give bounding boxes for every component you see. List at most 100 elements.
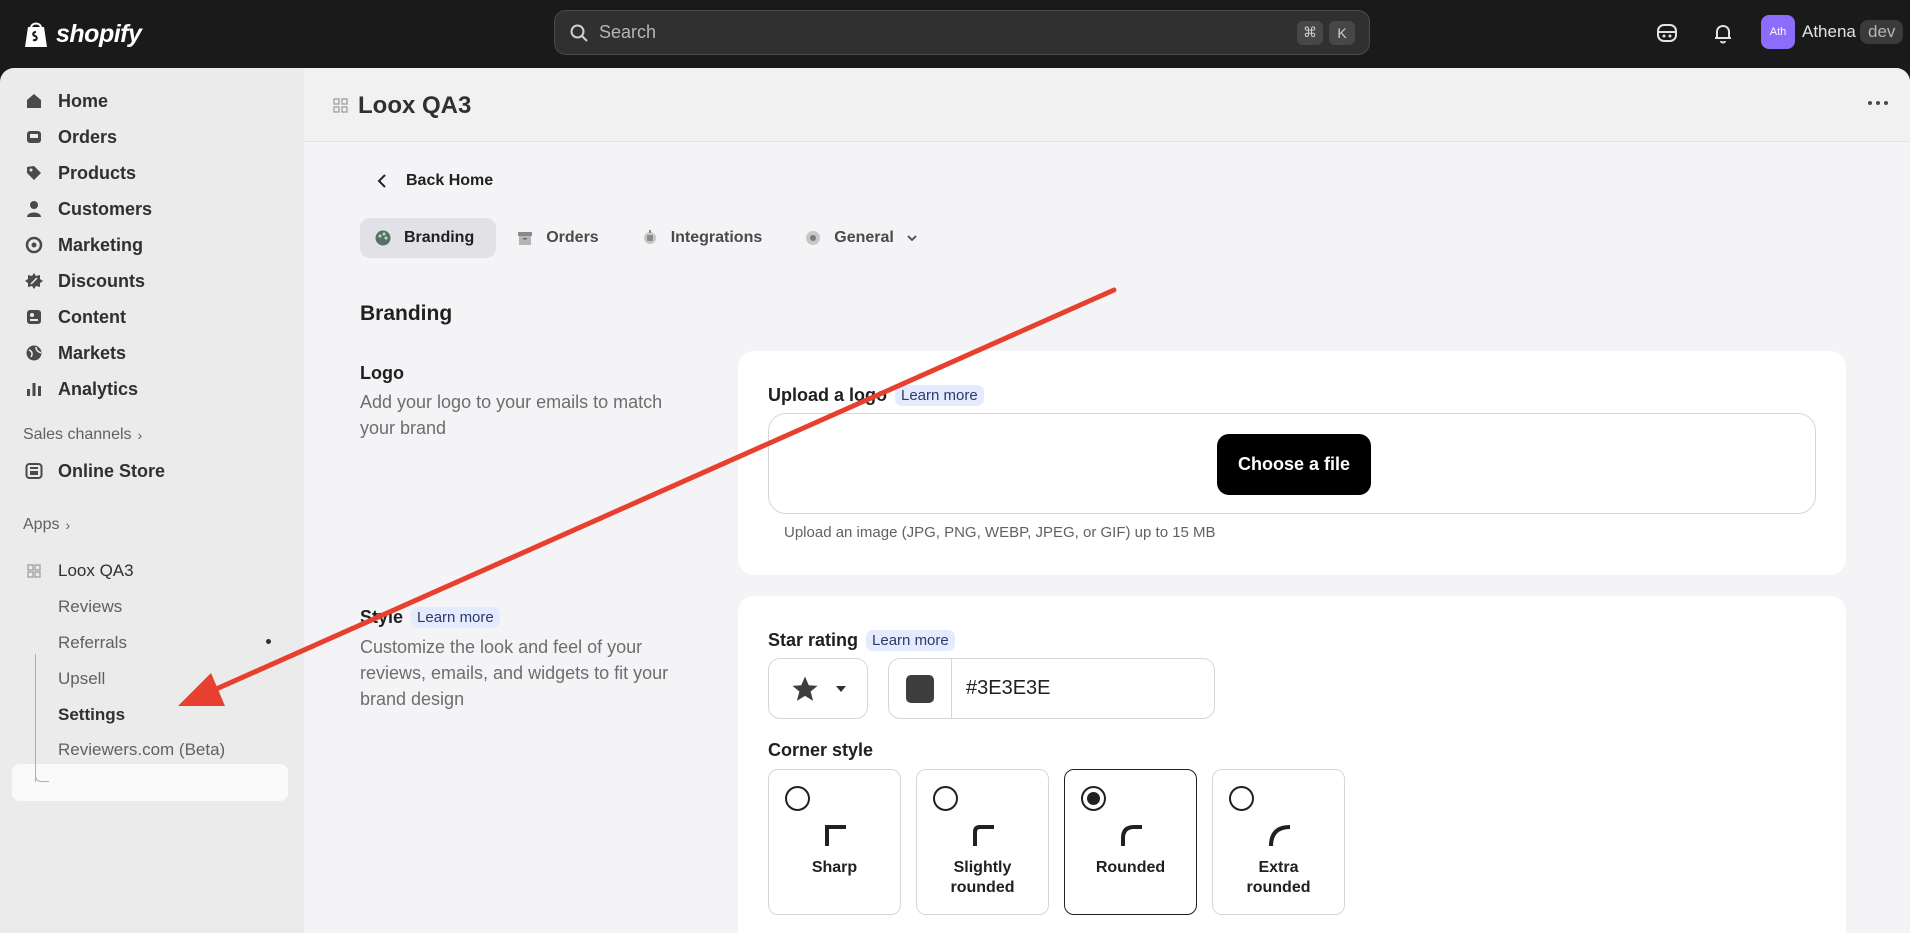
tree-hook bbox=[35, 772, 49, 782]
main-content: Loox QA3 Back Home Branding Orders Integ… bbox=[304, 68, 1910, 933]
inbox-icon bbox=[27, 131, 41, 143]
corner-option-extra-rounded[interactable]: Extra rounded bbox=[1212, 769, 1345, 915]
settings-tabs: Branding Orders Integrations General bbox=[360, 218, 940, 258]
sidebar-item-label: Home bbox=[58, 90, 109, 111]
back-home-link[interactable]: Back Home bbox=[376, 172, 493, 190]
tab-label: Branding bbox=[404, 229, 475, 246]
learn-more-link[interactable]: Learn more bbox=[411, 607, 500, 628]
sidebar-item-content[interactable]: Content bbox=[24, 302, 126, 332]
page-title-text: Loox QA3 bbox=[358, 92, 472, 119]
sidebar-item-label: Analytics bbox=[58, 378, 139, 399]
sidebar-sub-reviews[interactable]: Reviews bbox=[58, 597, 122, 617]
sales-channels-label: Sales channels bbox=[23, 426, 132, 443]
corner-option-label: Slightly rounded bbox=[950, 859, 1015, 896]
sidebar-item-analytics[interactable]: Analytics bbox=[24, 374, 138, 404]
page-header: Loox QA3 bbox=[304, 68, 1910, 142]
tab-label: General bbox=[834, 229, 894, 246]
tab-orders[interactable]: Orders bbox=[502, 218, 620, 258]
gear-icon bbox=[806, 231, 821, 245]
user-name[interactable]: Athena bbox=[1802, 22, 1856, 42]
discount-icon bbox=[25, 273, 43, 289]
app-grid-icon bbox=[27, 564, 41, 578]
app-frame: Back Home Branding Orders Integrations G… bbox=[304, 142, 1910, 933]
style-section-title: Style Learn more bbox=[360, 607, 500, 628]
home-icon bbox=[27, 94, 41, 108]
style-card: Star rating Learn more #3E3E3E Corner st… bbox=[738, 596, 1846, 933]
shopify-bag-icon bbox=[25, 22, 47, 47]
shortcut-key-cmd: ⌘ bbox=[1297, 20, 1323, 45]
sidebar-sub-referrals[interactable]: Referrals bbox=[58, 633, 127, 653]
apps-heading[interactable]: Apps › bbox=[23, 516, 70, 534]
sidebar-item-marketing[interactable]: Marketing bbox=[24, 230, 143, 260]
sidebar-item-orders[interactable]: Orders bbox=[24, 122, 117, 152]
logo-upload-card: Upload a logo Learn more Choose a file U… bbox=[738, 351, 1846, 575]
corner-style-text: Corner style bbox=[768, 740, 874, 760]
color-hex-value[interactable]: #3E3E3E bbox=[952, 677, 1051, 700]
bell-icon[interactable] bbox=[1711, 21, 1735, 45]
star-color-field[interactable]: #3E3E3E bbox=[888, 658, 1215, 719]
shopify-logo[interactable]: shopify bbox=[22, 16, 142, 52]
sidebar-item-label: Discounts bbox=[58, 270, 146, 291]
sidebar-item-loox-app[interactable]: Loox QA3 bbox=[24, 556, 134, 586]
corner-style-label: Corner style bbox=[768, 740, 873, 761]
settings-highlight bbox=[12, 764, 288, 801]
chevron-right-icon: › bbox=[137, 427, 143, 443]
radio-button-checked[interactable] bbox=[1081, 786, 1106, 811]
sidebar-item-discounts[interactable]: Discounts bbox=[24, 266, 145, 296]
tab-branding[interactable]: Branding bbox=[360, 218, 497, 258]
radio-button[interactable] bbox=[785, 786, 810, 811]
apps-label: Apps bbox=[23, 516, 60, 533]
sidebar-item-label: Products bbox=[58, 162, 137, 183]
corner-option-rounded[interactable]: Rounded bbox=[1064, 769, 1197, 915]
tab-label: Integrations bbox=[670, 229, 763, 246]
star-shape-dropdown[interactable] bbox=[768, 658, 868, 719]
corner-style-options: Sharp Slightly rounded Rounded Extra rou… bbox=[768, 769, 1345, 915]
plug-icon bbox=[643, 230, 656, 244]
color-swatch bbox=[906, 674, 934, 703]
sidebar-item-markets[interactable]: Markets bbox=[24, 338, 126, 368]
brand-name: shopify bbox=[56, 19, 142, 48]
sales-channels-heading[interactable]: Sales channels › bbox=[23, 426, 142, 444]
chevron-down-icon bbox=[907, 235, 917, 242]
radio-button[interactable] bbox=[1229, 786, 1254, 811]
caret-down-icon bbox=[836, 685, 846, 692]
logo-section-description: Add your logo to your emails to match yo… bbox=[360, 392, 663, 438]
store-badge[interactable]: dev bbox=[1860, 20, 1904, 44]
color-swatch-button[interactable] bbox=[889, 659, 952, 718]
star-icon bbox=[792, 676, 818, 701]
sidebar-item-customers[interactable]: Customers bbox=[24, 194, 152, 224]
tab-general[interactable]: General bbox=[790, 218, 940, 258]
choose-file-button[interactable]: Choose a file bbox=[1217, 434, 1371, 495]
rounded-corner-icon bbox=[1121, 825, 1142, 846]
search-bar[interactable]: Search ⌘ K bbox=[554, 10, 1370, 55]
sidebar-item-products[interactable]: Products bbox=[24, 158, 136, 188]
sidebar-item-label: Marketing bbox=[58, 234, 144, 255]
sidekick-icon[interactable] bbox=[1655, 21, 1679, 45]
tab-label: Orders bbox=[546, 229, 599, 246]
app-active-dot bbox=[266, 639, 271, 644]
tab-integrations[interactable]: Integrations bbox=[627, 218, 785, 258]
extra-rounded-corner-icon bbox=[1269, 825, 1291, 847]
sidebar-item-label: Customers bbox=[58, 198, 153, 219]
sidebar-sub-settings[interactable]: Settings bbox=[58, 705, 125, 725]
corner-option-slightly-rounded[interactable]: Slightly rounded bbox=[916, 769, 1049, 915]
avatar[interactable]: Ath bbox=[1761, 15, 1795, 49]
sidebar-item-label: Online Store bbox=[58, 460, 166, 481]
sidebar-item-home[interactable]: Home bbox=[24, 86, 108, 116]
logo-dropzone[interactable]: Choose a file bbox=[768, 413, 1816, 514]
learn-more-link[interactable]: Learn more bbox=[895, 385, 984, 406]
radio-button[interactable] bbox=[933, 786, 958, 811]
sidebar-sub-reviewers[interactable]: Reviewers.com (Beta) bbox=[58, 740, 225, 760]
upload-hint: Upload an image (JPG, PNG, WEBP, JPEG, o… bbox=[784, 524, 1216, 541]
star-rating-text: Star rating bbox=[768, 630, 859, 650]
star-rating-label: Star rating Learn more bbox=[768, 630, 955, 651]
sidebar-sub-upsell[interactable]: Upsell bbox=[58, 669, 105, 689]
learn-more-link[interactable]: Learn more bbox=[866, 630, 955, 651]
tree-line bbox=[35, 654, 36, 782]
logo-title-text: Logo bbox=[360, 363, 404, 383]
sidebar-item-online-store[interactable]: Online Store bbox=[24, 456, 165, 486]
more-horizontal-icon[interactable] bbox=[1866, 96, 1890, 110]
chevron-right-icon: › bbox=[65, 517, 71, 533]
corner-option-sharp[interactable]: Sharp bbox=[768, 769, 901, 915]
search-placeholder: Search bbox=[599, 22, 657, 42]
